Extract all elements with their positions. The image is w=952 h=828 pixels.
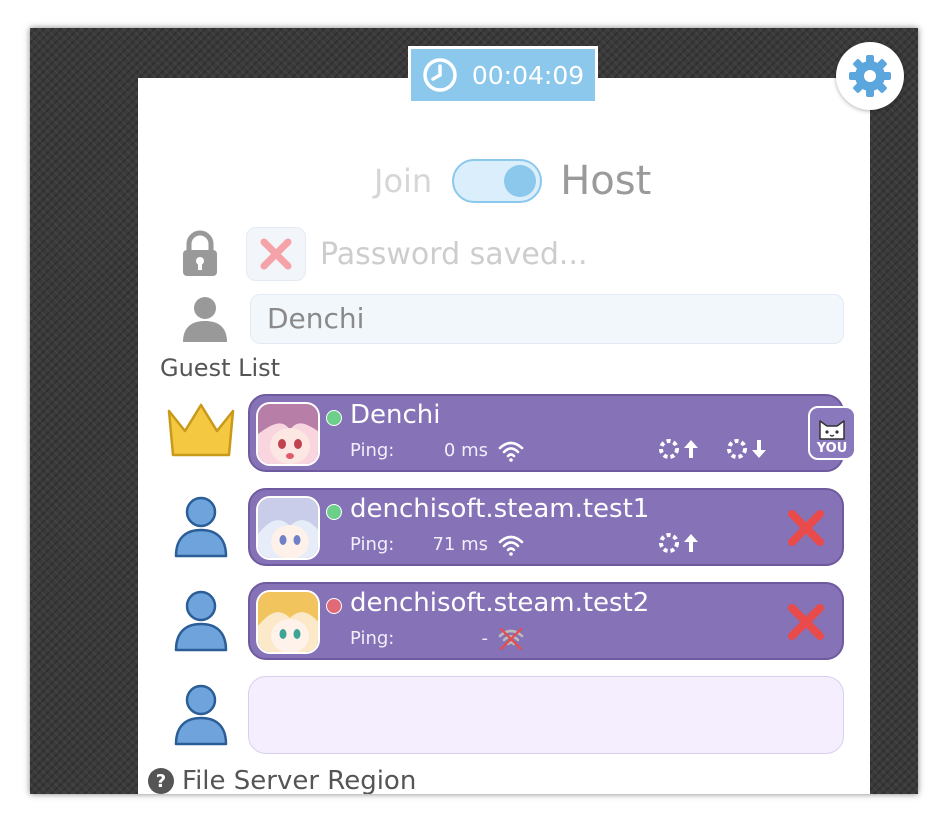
clock-icon [423,58,457,92]
guest-user-icon-cell [164,492,238,562]
guest-card-1[interactable]: denchisoft.steam.test1 Ping: 71 ms [248,488,844,566]
upload-status [658,438,699,460]
kick-guest-button[interactable] [786,508,826,552]
guest-user-icon-cell [164,680,238,750]
wifi-icon [498,441,524,462]
session-timer: 00:04:09 [408,46,598,104]
upload-status [658,532,699,554]
host-label[interactable]: Host [560,158,651,204]
user-icon [174,496,228,558]
guest-list-title: Guest List [160,354,281,382]
user-icon [183,297,227,342]
guest-user-icon-cell [164,586,238,656]
close-icon [788,604,824,640]
online-status-dot [326,410,342,426]
upload-arrow-icon [684,440,698,458]
download-arrow-icon [752,440,766,458]
join-host-toggle[interactable] [452,159,543,203]
loading-spinner-icon [727,439,747,459]
timer-value: 00:04:09 [471,60,585,90]
lock-icon [183,230,217,276]
ping-label: Ping: [350,440,395,461]
online-status-dot [326,504,342,520]
join-label[interactable]: Join [374,162,432,200]
close-icon [788,510,824,546]
you-badge: YOU [808,406,856,460]
avatar [256,590,320,654]
password-field[interactable]: Password saved... [320,237,588,272]
app-window: 00:04:09 Join Host Password saved... Den… [30,28,918,794]
file-server-region-label: File Server Region [182,766,417,794]
ping-value: - [481,628,489,649]
no-connection-icon [498,628,524,650]
user-icon [174,590,228,652]
wifi-icon [498,535,524,556]
cat-face-icon [819,420,845,440]
password-row: Password saved... [180,226,588,282]
ping-label: Ping: [350,628,395,649]
kick-guest-button[interactable] [786,602,826,646]
loading-spinner-icon [659,439,679,459]
loading-spinner-icon [659,533,679,553]
you-label: YOU [816,441,848,456]
close-icon [260,238,292,270]
toggle-knob [504,165,537,197]
host-crown-icon-cell [164,396,238,466]
ping-label: Ping: [350,534,395,555]
upload-arrow-icon [684,534,698,552]
guest-name: denchisoft.steam.test1 [350,494,650,524]
user-icon [174,684,228,746]
guest-name: denchisoft.steam.test2 [350,588,650,618]
ping-value: 71 ms [432,534,488,555]
ping-value: 0 ms [443,440,488,461]
settings-button[interactable] [836,42,904,110]
crown-icon [167,403,235,457]
help-icon[interactable]: ? [148,768,174,794]
offline-status-dot [326,598,342,614]
download-status [726,438,767,460]
file-server-region-row: ? File Server Region [148,766,416,794]
guest-name: Denchi [350,400,441,430]
username-row: Denchi [180,294,844,344]
empty-guest-slot[interactable] [248,676,844,754]
guest-card-2[interactable]: denchisoft.steam.test2 Ping: - [248,582,844,660]
guest-card-0[interactable]: Denchi Ping: 0 ms [248,394,844,472]
gear-icon [849,55,891,97]
avatar [256,402,320,466]
clear-password-button[interactable] [246,227,306,281]
mode-switch-row: Join Host [374,156,651,206]
avatar [256,496,320,560]
username-input[interactable]: Denchi [250,294,844,344]
